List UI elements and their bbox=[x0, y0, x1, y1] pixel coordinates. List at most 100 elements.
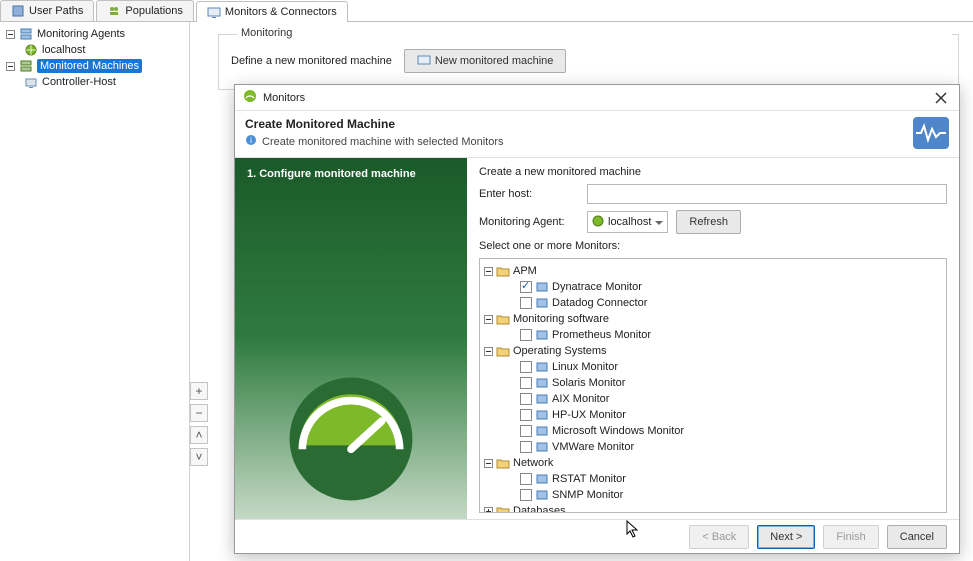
tree-label: RSTAT Monitor bbox=[552, 473, 626, 485]
tab-populations[interactable]: Populations bbox=[96, 0, 194, 21]
collapse-icon[interactable] bbox=[484, 459, 493, 468]
checkbox[interactable] bbox=[520, 297, 532, 309]
tree-label: Monitored Machines bbox=[37, 59, 142, 73]
monitor-box-icon bbox=[535, 472, 549, 486]
monitor-box-icon bbox=[535, 408, 549, 422]
remove-button[interactable]: − bbox=[190, 404, 208, 422]
monitoring-fieldset: Monitoring Define a new monitored machin… bbox=[218, 34, 959, 90]
monitor-box-icon bbox=[535, 328, 549, 342]
expand-icon[interactable] bbox=[484, 507, 493, 514]
checkbox[interactable] bbox=[520, 489, 532, 501]
tree-monitor-snmp[interactable]: SNMP Monitor bbox=[484, 487, 942, 503]
host-input[interactable] bbox=[587, 184, 947, 204]
tree-monitor-vmware[interactable]: VMWare Monitor bbox=[484, 439, 942, 455]
tree-agent-localhost[interactable]: localhost bbox=[0, 42, 189, 58]
tree-monitor-solaris[interactable]: Solaris Monitor bbox=[484, 375, 942, 391]
agent-selected: localhost bbox=[608, 216, 651, 228]
tree-label: Network bbox=[513, 457, 553, 469]
checkbox[interactable] bbox=[520, 281, 532, 293]
move-down-button[interactable]: ˅ bbox=[190, 448, 208, 466]
tab-label: Populations bbox=[125, 5, 183, 17]
tree-machines-root[interactable]: Monitored Machines bbox=[0, 58, 189, 74]
tree-monitor-datadog[interactable]: Datadog Connector bbox=[484, 295, 942, 311]
dialog-subheading: Create monitored machine with selected M… bbox=[262, 136, 504, 148]
tree-folder-monitoring-sw[interactable]: Monitoring software bbox=[484, 311, 942, 327]
tree-agents-root[interactable]: Monitoring Agents bbox=[0, 26, 189, 42]
collapse-icon[interactable] bbox=[484, 267, 493, 276]
tree-folder-databases[interactable]: Databases bbox=[484, 503, 942, 513]
wizard-step-1: 1. Configure monitored machine bbox=[247, 168, 455, 180]
collapse-icon[interactable] bbox=[484, 315, 493, 324]
monitor-box-icon bbox=[535, 440, 549, 454]
tree-label: Microsoft Windows Monitor bbox=[552, 425, 684, 437]
move-up-button[interactable]: ˄ bbox=[190, 426, 208, 444]
tree-label: Operating Systems bbox=[513, 345, 607, 357]
tree-monitor-rstat[interactable]: RSTAT Monitor bbox=[484, 471, 942, 487]
add-button[interactable]: + bbox=[190, 382, 208, 400]
checkbox[interactable] bbox=[520, 473, 532, 485]
wizard-form: Create a new monitored machine Enter hos… bbox=[467, 158, 959, 519]
tree-controller-host[interactable]: Controller-Host bbox=[0, 74, 189, 90]
monitors-tree[interactable]: APM Dynatrace Monitor Datadog Connector … bbox=[479, 258, 947, 513]
tree-monitor-linux[interactable]: Linux Monitor bbox=[484, 359, 942, 375]
dialog-body: 1. Configure monitored machine Create a … bbox=[235, 158, 959, 519]
tree-label: Monitoring software bbox=[513, 313, 609, 325]
cancel-button[interactable]: Cancel bbox=[887, 525, 947, 549]
collapse-icon[interactable] bbox=[484, 347, 493, 356]
folder-icon bbox=[496, 264, 510, 278]
refresh-button[interactable]: Refresh bbox=[676, 210, 741, 234]
folder-icon bbox=[496, 504, 510, 513]
finish-button: Finish bbox=[823, 525, 878, 549]
info-icon: i bbox=[245, 134, 257, 149]
dialog-titlebar: Monitors bbox=[235, 85, 959, 111]
checkbox[interactable] bbox=[520, 361, 532, 373]
host-icon bbox=[24, 75, 38, 89]
folder-icon bbox=[496, 456, 510, 470]
tree-monitor-prometheus[interactable]: Prometheus Monitor bbox=[484, 327, 942, 343]
tree-folder-apm[interactable]: APM bbox=[484, 263, 942, 279]
create-machine-label: Create a new monitored machine bbox=[479, 166, 947, 178]
tree-monitor-dynatrace[interactable]: Dynatrace Monitor bbox=[484, 279, 942, 295]
folder-icon bbox=[496, 312, 510, 326]
tab-label: User Paths bbox=[29, 5, 83, 17]
tree-label: Databases bbox=[513, 505, 566, 513]
top-tabs: User Paths Populations Monitors & Connec… bbox=[0, 0, 973, 22]
tree-monitor-aix[interactable]: AIX Monitor bbox=[484, 391, 942, 407]
monitors-dialog: Monitors Create Monitored Machine i Crea… bbox=[234, 84, 960, 554]
tree-label: AIX Monitor bbox=[552, 393, 609, 405]
tree-folder-os[interactable]: Operating Systems bbox=[484, 343, 942, 359]
checkbox[interactable] bbox=[520, 409, 532, 421]
tree-monitor-hpux[interactable]: HP-UX Monitor bbox=[484, 407, 942, 423]
globe-icon bbox=[24, 43, 38, 57]
monitor-box-icon bbox=[535, 424, 549, 438]
monitor-icon bbox=[417, 53, 431, 70]
tree-monitor-windows[interactable]: Microsoft Windows Monitor bbox=[484, 423, 942, 439]
close-button[interactable] bbox=[931, 88, 951, 108]
tree-label: SNMP Monitor bbox=[552, 489, 623, 501]
dialog-header: Create Monitored Machine i Create monito… bbox=[235, 111, 959, 158]
side-buttons: + − ˄ ˅ bbox=[190, 382, 212, 561]
checkbox[interactable] bbox=[520, 425, 532, 437]
svg-text:i: i bbox=[250, 136, 252, 145]
new-monitored-machine-button[interactable]: New monitored machine bbox=[404, 49, 567, 73]
user-path-icon bbox=[11, 4, 25, 18]
tree-label: Prometheus Monitor bbox=[552, 329, 651, 341]
checkbox[interactable] bbox=[520, 377, 532, 389]
monitor-box-icon bbox=[535, 360, 549, 374]
tree-folder-network[interactable]: Network bbox=[484, 455, 942, 471]
next-button[interactable]: Next > bbox=[757, 525, 815, 549]
tree-label: Monitoring Agents bbox=[37, 28, 125, 40]
collapse-icon[interactable] bbox=[6, 30, 15, 39]
checkbox[interactable] bbox=[520, 441, 532, 453]
host-label: Enter host: bbox=[479, 188, 579, 200]
tree-label: Linux Monitor bbox=[552, 361, 618, 373]
tab-monitors-connectors[interactable]: Monitors & Connectors bbox=[196, 1, 348, 22]
dialog-heading: Create Monitored Machine bbox=[245, 117, 504, 131]
tab-user-paths[interactable]: User Paths bbox=[0, 0, 94, 21]
collapse-icon[interactable] bbox=[6, 62, 15, 71]
checkbox[interactable] bbox=[520, 329, 532, 341]
gauge-logo-icon bbox=[287, 375, 415, 503]
checkbox[interactable] bbox=[520, 393, 532, 405]
app-icon bbox=[243, 89, 257, 106]
monitoring-agent-select[interactable]: localhost bbox=[587, 211, 668, 233]
